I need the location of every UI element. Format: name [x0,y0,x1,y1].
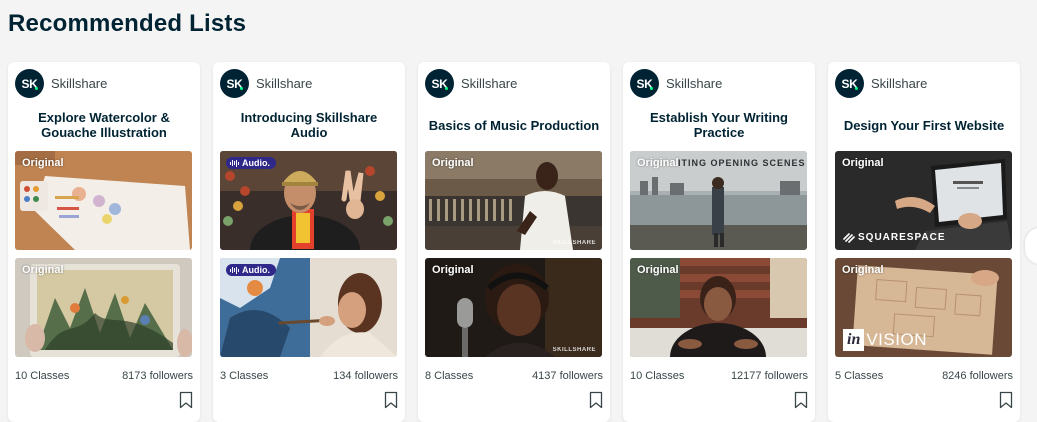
class-count: 8 Classes [425,370,474,382]
audio-badge: Audio. [226,264,276,276]
skillshare-avatar[interactable]: SK [630,69,659,98]
list-meta: 10 Classes 8173 followers [15,370,193,382]
list-meta: 8 Classes 4137 followers [425,370,603,382]
list-card-first-website[interactable]: SK Skillshare Design Your First Website … [828,62,1020,422]
watermark: SKILLSHARE [552,347,596,353]
bookmark-icon[interactable] [179,391,193,409]
list-title[interactable]: Explore Watercolor & Gouache Illustratio… [16,109,192,141]
list-title[interactable]: Basics of Music Production [426,109,602,141]
invision-logo: in VISION [843,329,927,351]
original-badge: Original [842,264,884,276]
skillshare-avatar[interactable]: SK [15,69,44,98]
original-badge: Original [637,264,679,276]
carousel-next-button[interactable] [1025,228,1037,264]
card-header: SK Skillshare [425,69,517,98]
list-card-music-production[interactable]: SK Skillshare Basics of Music Production… [418,62,610,422]
list-meta: 3 Classes 134 followers [220,370,398,382]
card-header: SK Skillshare [220,69,312,98]
class-count: 10 Classes [15,370,70,382]
class-thumbnail[interactable]: Original [630,258,807,357]
class-thumbnail[interactable]: Original ITING OPENING SCENES [630,151,807,250]
original-badge: Original [432,264,474,276]
class-thumbnail[interactable]: Original in VISION [835,258,1012,357]
original-badge: Original [432,157,474,169]
original-badge: Original [637,157,679,169]
follower-count: 8173 followers [122,370,193,382]
section-title: Recommended Lists [8,10,247,37]
class-count: 3 Classes [220,370,269,382]
skillshare-avatar[interactable]: SK [835,69,864,98]
brand-name[interactable]: Skillshare [666,76,722,91]
follower-count: 12177 followers [730,370,808,382]
list-card-watercolor[interactable]: SK Skillshare Explore Watercolor & Gouac… [8,62,200,422]
card-header: SK Skillshare [630,69,722,98]
list-meta: 5 Classes 8246 followers [835,370,1013,382]
skillshare-avatar[interactable]: SK [425,69,454,98]
brand-name[interactable]: Skillshare [256,76,312,91]
recommended-lists-row: SK Skillshare Explore Watercolor & Gouac… [8,62,1020,422]
squarespace-logo: SQUARESPACE [843,232,946,243]
follower-count: 4137 followers [532,370,603,382]
skillshare-avatar[interactable]: SK [220,69,249,98]
follower-count: 134 followers [333,370,398,382]
brand-name[interactable]: Skillshare [461,76,517,91]
bookmark-icon[interactable] [384,391,398,409]
class-thumbnail[interactable]: Original [15,258,192,357]
class-thumbnail[interactable]: Original [15,151,192,250]
watermark: SKILLSHARE [552,240,596,246]
brand-name[interactable]: Skillshare [871,76,927,91]
original-badge: Original [22,157,64,169]
list-title[interactable]: Establish Your Writing Practice [631,109,807,141]
bookmark-icon[interactable] [999,391,1013,409]
list-card-skillshare-audio[interactable]: SK Skillshare Introducing Skillshare Aud… [213,62,405,422]
bookmark-icon[interactable] [589,391,603,409]
original-badge: Original [22,264,64,276]
class-thumbnail[interactable]: Original SKILLSHARE [425,258,602,357]
original-badge: Original [842,157,884,169]
class-thumbnail[interactable]: Audio. [220,151,397,250]
list-title[interactable]: Design Your First Website [836,109,1012,141]
brand-name[interactable]: Skillshare [51,76,107,91]
list-title[interactable]: Introducing Skillshare Audio [221,109,397,141]
follower-count: 8246 followers [942,370,1013,382]
bookmark-icon[interactable] [794,391,808,409]
class-thumbnail[interactable]: Original SKILLSHARE [425,151,602,250]
card-header: SK Skillshare [835,69,927,98]
audio-waveform-icon [230,266,239,274]
list-meta: 10 Classes 12177 followers [630,370,808,382]
card-header: SK Skillshare [15,69,107,98]
squarespace-icon [843,232,855,243]
class-thumbnail[interactable]: Original SQUARESPACE [835,151,1012,250]
class-thumbnail[interactable]: Audio. [220,258,397,357]
audio-waveform-icon [230,159,239,167]
video-title-overlay: ITING OPENING SCENES [678,158,806,168]
class-count: 10 Classes [630,370,685,382]
class-count: 5 Classes [835,370,884,382]
audio-badge: Audio. [226,157,276,169]
list-card-writing-practice[interactable]: SK Skillshare Establish Your Writing Pra… [623,62,815,422]
